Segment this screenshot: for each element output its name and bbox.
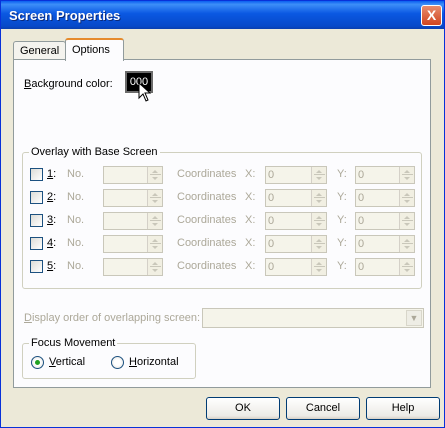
- overlay-row-4: 4: No. Coordinates X: 0 Y: 0: [23, 234, 423, 254]
- cancel-button[interactable]: Cancel: [286, 397, 360, 420]
- coordinates-label: Coordinates: [177, 168, 237, 180]
- focus-movement-title: Focus Movement: [29, 337, 118, 349]
- overlay-4-checkbox[interactable]: [30, 237, 43, 250]
- spin-arrows-icon: [147, 213, 162, 229]
- ok-button[interactable]: OK: [206, 397, 280, 420]
- screen-no-spinner[interactable]: [103, 189, 163, 207]
- overlay-row-2: 2: No. Coordinates X: 0 Y: 0: [23, 188, 423, 208]
- display-order-dropdown[interactable]: ▼: [202, 308, 424, 328]
- screen-no-spinner[interactable]: [103, 212, 163, 230]
- overlay-row-label: 2:: [47, 191, 57, 203]
- title-bar[interactable]: Screen Properties X: [1, 1, 444, 29]
- y-label: Y:: [337, 260, 347, 272]
- overlay-1-checkbox[interactable]: [30, 168, 43, 181]
- spin-arrows-icon: [147, 167, 162, 183]
- y-spinner[interactable]: 0: [355, 212, 415, 230]
- no-label: No.: [67, 214, 85, 226]
- y-spinner[interactable]: 0: [355, 189, 415, 207]
- x-spinner[interactable]: 0: [265, 189, 327, 207]
- x-label: X:: [245, 260, 256, 272]
- x-spinner[interactable]: 0: [265, 212, 327, 230]
- y-spinner[interactable]: 0: [355, 166, 415, 184]
- no-label: No.: [67, 168, 85, 180]
- overlay-row-label: 3:: [47, 214, 57, 226]
- spin-arrows-icon: [399, 167, 414, 183]
- spin-arrows-icon: [311, 213, 326, 229]
- focus-movement-group: Focus Movement Vertical Horizontal: [22, 337, 196, 379]
- tab-general[interactable]: General: [13, 41, 66, 60]
- overlay-5-checkbox[interactable]: [30, 260, 43, 273]
- screen-no-spinner[interactable]: [103, 235, 163, 253]
- y-label: Y:: [337, 237, 347, 249]
- screen-no-spinner[interactable]: [103, 258, 163, 276]
- spin-arrows-icon: [147, 236, 162, 252]
- overlay-row-label: 4:: [47, 237, 57, 249]
- x-spinner[interactable]: 0: [265, 258, 327, 276]
- screen-no-spinner[interactable]: [103, 166, 163, 184]
- spin-arrows-icon: [399, 190, 414, 206]
- options-panel: Background color: 0 0 0 Overlay with Base …: [13, 59, 431, 388]
- overlay-3-checkbox[interactable]: [30, 214, 43, 227]
- display-order-label: Display order of overlapping screen:: [24, 312, 201, 324]
- overlay-row-label: 1:: [47, 168, 57, 180]
- vertical-radio[interactable]: [31, 356, 44, 369]
- horizontal-label: Horizontal: [129, 356, 179, 368]
- no-label: No.: [67, 191, 85, 203]
- window-title: Screen Properties: [9, 8, 121, 23]
- y-spinner[interactable]: 0: [355, 235, 415, 253]
- overlay-2-checkbox[interactable]: [30, 191, 43, 204]
- screen-properties-dialog: Screen Properties X General Options Back…: [0, 0, 445, 428]
- mouse-cursor-icon: [138, 82, 152, 102]
- spin-arrows-icon: [147, 190, 162, 206]
- spin-arrows-icon: [399, 259, 414, 275]
- close-icon: X: [426, 7, 437, 23]
- coordinates-label: Coordinates: [177, 237, 237, 249]
- overlay-group: Overlay with Base Screen 1: No. Coordina…: [22, 146, 423, 289]
- close-button[interactable]: X: [421, 5, 442, 26]
- y-label: Y:: [337, 191, 347, 203]
- y-spinner[interactable]: 0: [355, 258, 415, 276]
- x-spinner[interactable]: 0: [265, 235, 327, 253]
- y-label: Y:: [337, 214, 347, 226]
- x-spinner[interactable]: 0: [265, 166, 327, 184]
- no-label: No.: [67, 260, 85, 272]
- overlay-row-1: 1: No. Coordinates X: 0 Y: 0: [23, 165, 423, 185]
- coordinates-label: Coordinates: [177, 191, 237, 203]
- x-label: X:: [245, 191, 256, 203]
- spin-arrows-icon: [399, 213, 414, 229]
- spin-arrows-icon: [311, 167, 326, 183]
- chevron-down-icon[interactable]: ▼: [406, 310, 422, 326]
- tab-options[interactable]: Options: [65, 38, 124, 61]
- spin-arrows-icon: [311, 190, 326, 206]
- horizontal-radio[interactable]: [111, 356, 124, 369]
- help-button[interactable]: Help: [366, 397, 440, 420]
- x-label: X:: [245, 214, 256, 226]
- overlay-row-5: 5: No. Coordinates X: 0 Y: 0: [23, 257, 423, 277]
- background-color-label: Background color:: [24, 78, 113, 90]
- overlay-row-3: 3: No. Coordinates X: 0 Y: 0: [23, 211, 423, 231]
- coordinates-label: Coordinates: [177, 260, 237, 272]
- spin-arrows-icon: [311, 236, 326, 252]
- x-label: X:: [245, 168, 256, 180]
- overlay-row-label: 5:: [47, 260, 57, 272]
- spin-arrows-icon: [399, 236, 414, 252]
- x-label: X:: [245, 237, 256, 249]
- y-label: Y:: [337, 168, 347, 180]
- no-label: No.: [67, 237, 85, 249]
- spin-arrows-icon: [311, 259, 326, 275]
- coordinates-label: Coordinates: [177, 214, 237, 226]
- spin-arrows-icon: [147, 259, 162, 275]
- vertical-label: Vertical: [49, 356, 86, 368]
- overlay-group-title: Overlay with Base Screen: [29, 146, 160, 158]
